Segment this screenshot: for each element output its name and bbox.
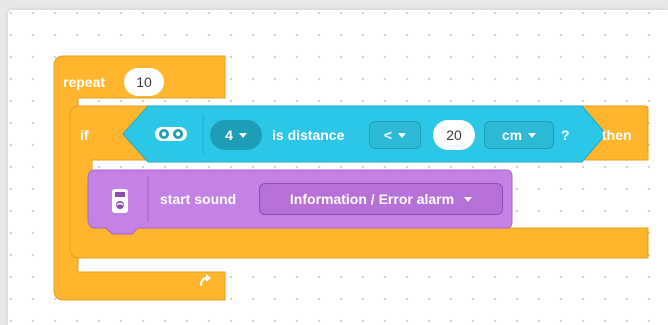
repeat-label: repeat [63, 74, 106, 90]
block-shapes [53, 55, 649, 301]
port-dropdown[interactable]: 4 [210, 120, 262, 150]
operator-value: < [383, 127, 393, 143]
question-mark-label: ? [561, 127, 570, 143]
distance-sensor-icon [152, 122, 190, 146]
if-label: if [80, 127, 89, 143]
is-distance-label: is distance [272, 127, 345, 143]
then-label: then [602, 127, 632, 143]
hub-speaker-icon [108, 186, 132, 216]
sound-dropdown[interactable]: Information / Error alarm [259, 183, 503, 215]
code-workspace[interactable]: repeat 10 if then 4 is distance < 20 cm … [8, 10, 668, 325]
chevron-down-icon [238, 132, 247, 138]
chevron-down-icon [398, 132, 407, 138]
sound-value: Information / Error alarm [289, 191, 455, 207]
chevron-down-icon [528, 132, 537, 138]
unit-dropdown[interactable]: cm [484, 121, 554, 149]
operator-dropdown[interactable]: < [369, 121, 421, 149]
loop-arrow-icon [195, 269, 217, 291]
distance-value-input[interactable]: 20 [433, 120, 475, 150]
unit-value: cm [501, 127, 523, 143]
repeat-count-input[interactable]: 10 [124, 68, 164, 96]
chevron-down-icon [464, 196, 473, 202]
port-value: 4 [225, 127, 233, 143]
start-sound-label: start sound [160, 191, 237, 207]
